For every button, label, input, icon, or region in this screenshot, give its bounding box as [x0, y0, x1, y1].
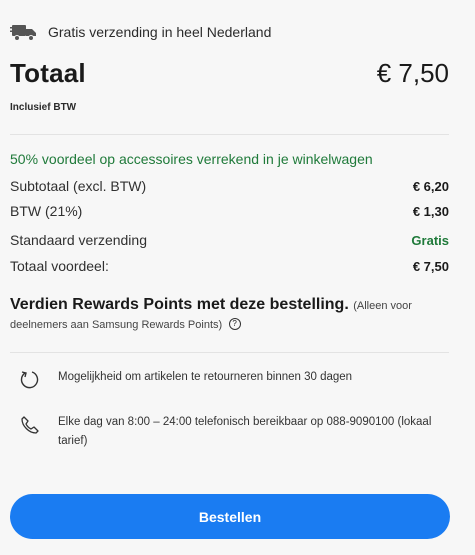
return-feature: Mogelijkheid om artikelen te retourneren…	[18, 368, 449, 392]
subtotal-line: Subtotaal (excl. BTW) € 6,20	[10, 178, 449, 194]
total-row: Totaal € 7,50	[10, 58, 449, 89]
line-value: Gratis	[411, 232, 449, 248]
feature-text: Elke dag van 8:00 – 24:00 telefonisch be…	[58, 416, 432, 447]
info-icon[interactable]: ?	[228, 317, 241, 330]
feature-text: Mogelijkheid om artikelen te retourneren…	[58, 371, 353, 383]
phone-feature: Elke dag van 8:00 – 24:00 telefonisch be…	[18, 413, 449, 451]
truck-icon	[10, 21, 38, 43]
vat-line: BTW (21%) € 1,30	[10, 203, 449, 219]
rewards-heading: Verdien Rewards Points met deze bestelli…	[10, 296, 349, 313]
line-label: BTW (21%)	[10, 203, 83, 219]
total-label: Totaal	[10, 58, 86, 88]
return-icon	[18, 368, 42, 392]
line-label: Totaal voordeel:	[10, 258, 109, 274]
phone-icon	[18, 413, 42, 437]
line-label: Standaard verzending	[10, 232, 147, 248]
vat-note: Inclusief BTW	[10, 102, 77, 113]
total-savings-line: Totaal voordeel: € 7,50	[10, 258, 449, 274]
line-label: Subtotaal (excl. BTW)	[10, 178, 147, 194]
rewards-info: Verdien Rewards Points met deze bestelli…	[10, 296, 449, 334]
shipping-line: Standaard verzending Gratis	[10, 232, 449, 248]
line-value: € 7,50	[412, 258, 449, 274]
divider	[10, 134, 449, 135]
promo-text: 50% voordeel op accessoires verrekend in…	[10, 151, 373, 167]
shipping-text: Gratis verzending in heel Nederland	[48, 24, 272, 40]
line-value: € 1,30	[412, 203, 449, 219]
shipping-info: Gratis verzending in heel Nederland	[10, 18, 271, 46]
total-amount: € 7,50	[376, 58, 449, 88]
line-value: € 6,20	[412, 178, 449, 194]
order-summary: Gratis verzending in heel Nederland Tota…	[0, 0, 475, 555]
divider	[10, 352, 449, 353]
order-button[interactable]: Bestellen	[10, 494, 450, 539]
